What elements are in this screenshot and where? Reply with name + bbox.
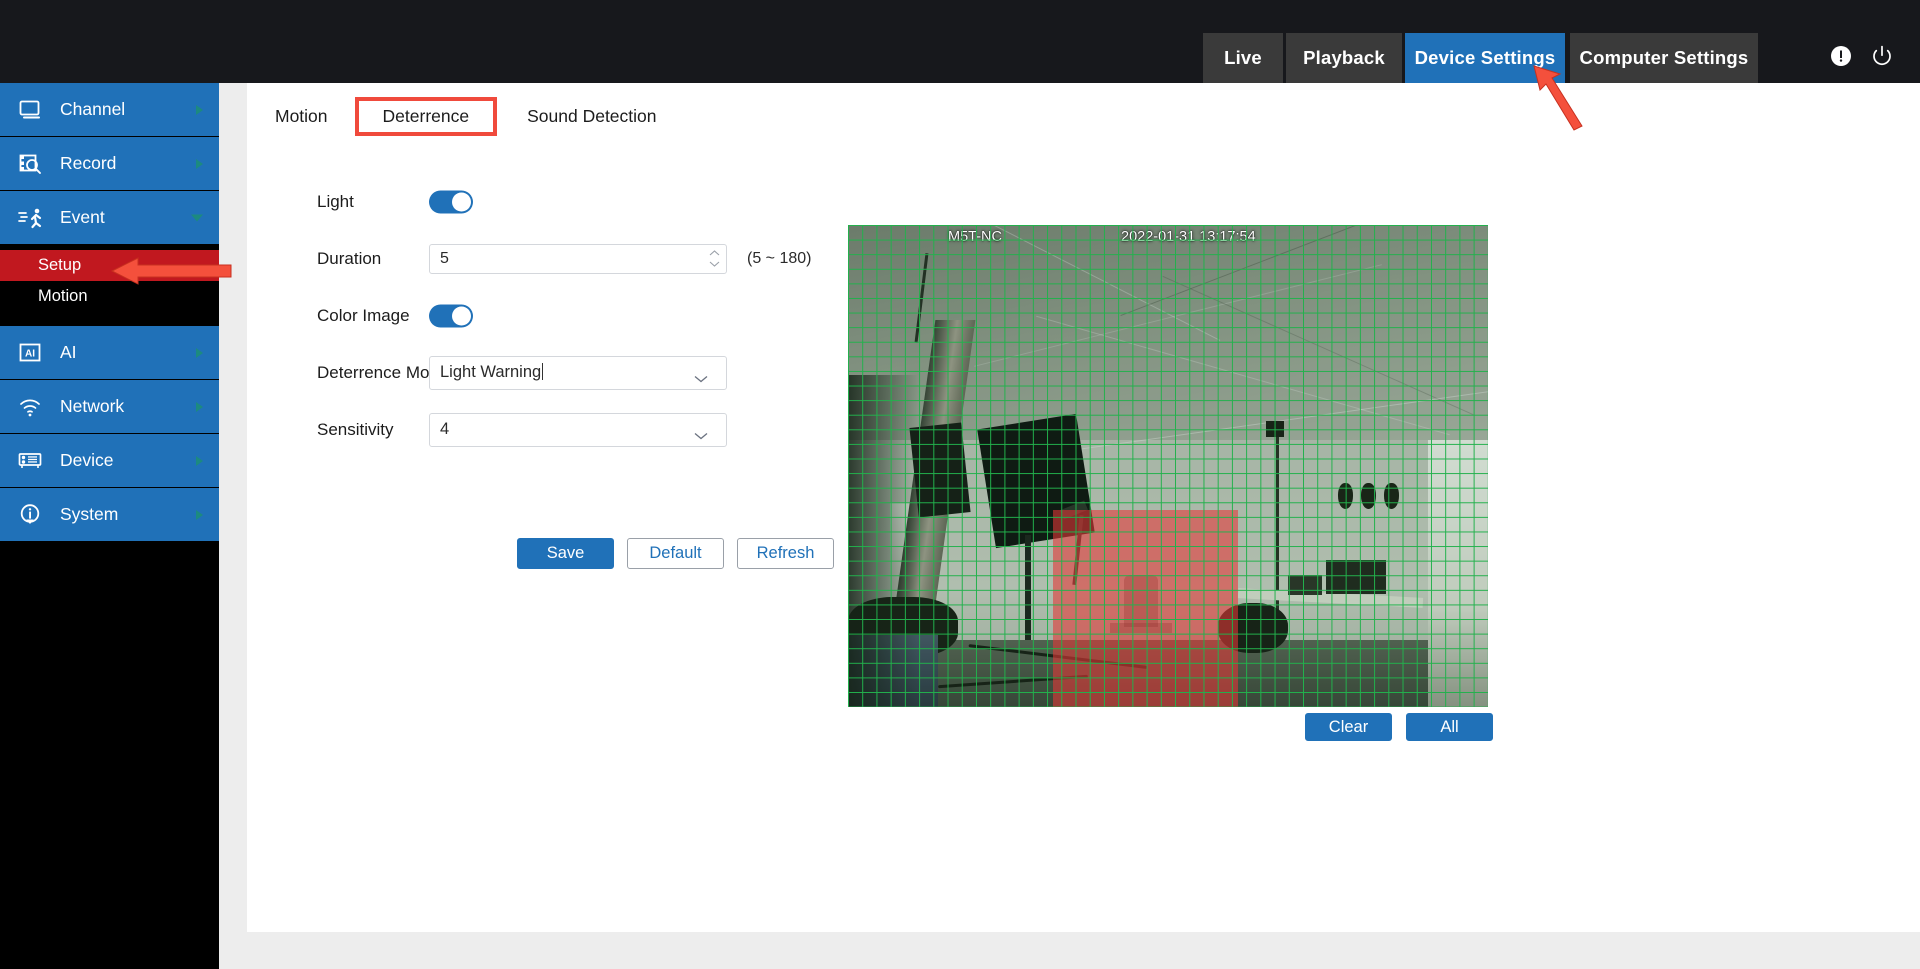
duration-label: Duration — [317, 248, 382, 268]
chevron-down-icon[interactable] — [688, 370, 714, 388]
chevron-right-icon — [196, 509, 203, 520]
clear-button[interactable]: Clear — [1305, 713, 1392, 741]
sensitivity-value: 4 — [440, 420, 450, 438]
tab-motion[interactable]: Motion — [271, 97, 332, 136]
ai-icon: AI — [8, 343, 54, 363]
all-button-label: All — [1440, 717, 1459, 736]
sidebar-item-channel-label: Channel — [60, 99, 126, 119]
top-bar-icon-group — [1830, 44, 1894, 68]
duration-stepper[interactable] — [709, 245, 720, 273]
nav-tab-device-settings[interactable]: Device Settings — [1405, 33, 1565, 83]
sidebar: Channel Record Event Setup Motion AI AI … — [0, 83, 219, 969]
nav-tab-device-settings-label: Device Settings — [1414, 47, 1556, 68]
tab-sound-detection[interactable]: Sound Detection — [523, 97, 660, 136]
deterrence-mode-select[interactable]: Light Warning — [429, 355, 727, 390]
video-region-buttons: Clear All — [1305, 713, 1493, 741]
sidebar-item-device-label: Device — [60, 450, 114, 470]
nav-tab-computer-settings[interactable]: Computer Settings — [1570, 33, 1758, 83]
default-button[interactable]: Default — [627, 538, 724, 569]
text-cursor — [542, 363, 544, 380]
tab-deterrence[interactable]: Deterrence — [354, 97, 498, 136]
deterrence-mode-value: Light Warning — [440, 363, 544, 381]
form-action-buttons: Save Default Refresh — [517, 538, 834, 569]
form-row-duration: Duration 5 (5 ~ 180) — [269, 230, 849, 287]
duration-range-hint: (5 ~ 180) — [747, 249, 812, 267]
sidebar-submenu-spacer-bottom — [0, 312, 219, 326]
refresh-button-label: Refresh — [756, 544, 815, 562]
info-alert-icon[interactable] — [1830, 45, 1852, 67]
tab-bar: Motion Deterrence Sound Detection — [267, 97, 661, 143]
chevron-right-icon — [196, 455, 203, 466]
tab-deterrence-label: Deterrence — [382, 106, 470, 126]
chevron-right-icon — [196, 104, 203, 115]
toggle-knob — [452, 192, 471, 211]
svg-text:AI: AI — [25, 348, 35, 359]
deterrence-settings-form: Light Duration 5 (5 ~ 180) Color Image D… — [269, 173, 849, 458]
chevron-right-icon — [196, 158, 203, 169]
motion-runner-icon — [8, 207, 54, 229]
sidebar-item-event-label: Event — [60, 207, 105, 227]
sensitivity-select[interactable]: 4 — [429, 412, 727, 447]
chevron-down-icon — [191, 214, 203, 221]
color-image-toggle[interactable] — [429, 304, 473, 327]
sensitivity-label: Sensitivity — [317, 419, 394, 439]
sidebar-item-record[interactable]: Record — [0, 137, 219, 190]
form-row-color-image: Color Image — [269, 287, 849, 344]
save-button[interactable]: Save — [517, 538, 614, 569]
nav-tab-live-label: Live — [1224, 47, 1262, 68]
detection-selection-region[interactable] — [1053, 510, 1238, 707]
camera-timestamp-overlay: 2022-01-31 13:17:54 — [1121, 229, 1256, 245]
nav-tab-playback[interactable]: Playback — [1286, 33, 1402, 83]
form-row-deterrence-mode: Deterrence Mode Light Warning — [269, 344, 849, 401]
form-row-sensitivity: Sensitivity 4 — [269, 401, 849, 458]
tab-motion-label: Motion — [275, 106, 328, 126]
record-search-icon — [8, 153, 54, 175]
device-rack-icon — [8, 451, 54, 471]
video-preview[interactable]: M5T-NC 2022-01-31 13:17:54 — [848, 225, 1488, 707]
duration-input[interactable]: 5 — [429, 243, 727, 274]
wifi-icon — [8, 397, 54, 417]
save-button-label: Save — [546, 544, 585, 562]
nav-tab-computer-settings-label: Computer Settings — [1579, 47, 1749, 68]
sidebar-item-channel[interactable]: Channel — [0, 83, 219, 136]
light-label: Light — [317, 191, 354, 211]
sidebar-subitem-motion-label: Motion — [38, 287, 88, 305]
sidebar-subitem-motion[interactable]: Motion — [0, 281, 219, 312]
light-toggle[interactable] — [429, 190, 473, 213]
top-bar: Live Playback Device Settings Computer S… — [0, 0, 1920, 83]
nav-tab-playback-label: Playback — [1303, 47, 1385, 68]
nav-tab-live[interactable]: Live — [1203, 33, 1283, 83]
chevron-right-icon — [196, 347, 203, 358]
power-icon[interactable] — [1870, 44, 1894, 68]
form-row-light: Light — [269, 173, 849, 230]
tab-sound-detection-label: Sound Detection — [527, 106, 657, 126]
sidebar-item-event[interactable]: Event — [0, 191, 219, 244]
main-panel: Motion Deterrence Sound Detection Light … — [247, 83, 1920, 932]
sidebar-item-ai-label: AI — [60, 342, 77, 362]
toggle-knob — [452, 306, 471, 325]
all-button[interactable]: All — [1406, 713, 1493, 741]
sidebar-item-network[interactable]: Network — [0, 380, 219, 433]
info-icon — [8, 503, 54, 527]
stepper-up-icon — [709, 250, 720, 256]
sidebar-item-system[interactable]: System — [0, 488, 219, 541]
default-button-label: Default — [649, 544, 702, 562]
refresh-button[interactable]: Refresh — [737, 538, 834, 569]
chevron-down-icon[interactable] — [688, 427, 714, 445]
duration-value: 5 — [440, 249, 449, 267]
sidebar-subitem-setup-label: Setup — [38, 256, 82, 274]
sidebar-item-device[interactable]: Device — [0, 434, 219, 487]
monitor-icon — [8, 100, 54, 120]
camera-name-overlay: M5T-NC — [948, 229, 1002, 245]
clear-button-label: Clear — [1328, 717, 1369, 736]
color-image-label: Color Image — [317, 305, 410, 325]
sidebar-item-network-label: Network — [60, 396, 125, 416]
chevron-right-icon — [196, 401, 203, 412]
sidebar-item-system-label: System — [60, 504, 119, 524]
sidebar-item-ai[interactable]: AI AI — [0, 326, 219, 379]
sidebar-subitem-setup[interactable]: Setup — [0, 250, 219, 281]
sidebar-item-record-label: Record — [60, 153, 117, 173]
stepper-down-icon — [709, 261, 720, 267]
